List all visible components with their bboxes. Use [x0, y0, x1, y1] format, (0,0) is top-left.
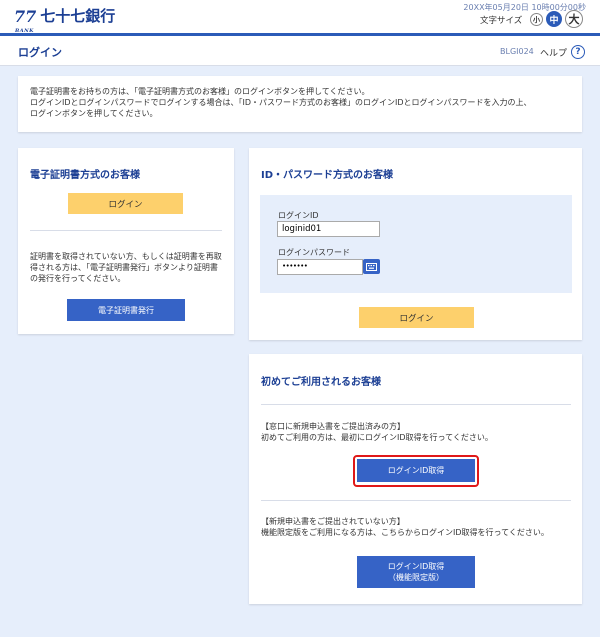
notice-line-1: 電子証明書をお持ちの方は、「電子証明書方式のお客様」のログインボタンを押してくだ… [30, 87, 370, 96]
font-size-large-button[interactable]: 大 [565, 10, 583, 28]
limited-button-line-1: ログインID取得 [387, 562, 445, 571]
section-2-description: 機能限定版をご利用になる方は、こちらからログインID取得を行ってください。 [261, 528, 549, 537]
cert-desc-line-3: の発行を行ってください。 [30, 274, 126, 283]
idpw-login-button[interactable]: ログイン [359, 307, 474, 328]
get-login-id-limited-button[interactable]: ログインID取得 （機能限定版） [357, 556, 475, 588]
idpw-card-title: ID・パスワード方式のお客様 [261, 170, 394, 181]
section-1-description: 初めてご利用の方は、最初にログインID取得を行ってください。 [261, 433, 493, 442]
first-time-section-2: 【新規申込書をご提出されていない方】 機能限定版をご利用になる方は、こちらからロ… [261, 516, 549, 538]
section-1-heading: 【窓口に新規申込書をご提出済みの方】 [261, 422, 405, 431]
login-id-input[interactable]: loginid01 [277, 221, 380, 237]
page-title: ログイン [18, 46, 62, 59]
title-bar: ログイン BLGI024 ヘルプ ? [0, 36, 600, 66]
login-id-label: ログインID [278, 211, 319, 220]
login-notice: 電子証明書をお持ちの方は、「電子証明書方式のお客様」のログインボタンを押してくだ… [18, 76, 582, 132]
help-link[interactable]: ヘルプ ? [540, 45, 586, 59]
first-time-divider-1 [261, 404, 571, 405]
first-time-divider-2 [261, 500, 571, 501]
highlight-frame [353, 455, 479, 487]
first-time-section-1: 【窓口に新規申込書をご提出済みの方】 初めてご利用の方は、最初にログインID取得… [261, 421, 493, 443]
keyboard-icon [366, 262, 377, 271]
login-password-label: ログインパスワード [278, 248, 350, 257]
cert-login-button[interactable]: ログイン [68, 193, 183, 214]
cert-divider [30, 230, 222, 231]
cert-desc-line-2: 得される方は、「電子証明書発行」ボタンより証明書 [30, 263, 218, 272]
bank-logo[interactable]: 77 BANK 七十七銀行 [14, 7, 116, 35]
limited-button-line-2: （機能限定版） [388, 573, 444, 582]
help-label: ヘルプ [540, 48, 568, 59]
screen-id: BLGI024 [500, 47, 534, 56]
cert-issue-button[interactable]: 電子証明書発行 [67, 299, 185, 321]
cert-card-title: 電子証明書方式のお客様 [30, 170, 140, 181]
notice-line-3: ログインボタンを押してください。 [30, 109, 158, 118]
font-size-medium-button[interactable]: 中 [546, 11, 562, 27]
font-size-small-button[interactable]: 小 [530, 13, 543, 26]
cert-desc-line-1: 証明書を取得されていない方、もしくは証明書を再取 [30, 252, 222, 261]
notice-line-2: ログインIDとログインパスワードでログインする場合は、「ID・パスワード方式のお… [30, 98, 532, 107]
section-2-heading: 【新規申込書をご提出されていない方】 [261, 517, 405, 526]
first-time-card-title: 初めてご利用されるお客様 [261, 377, 381, 388]
font-size-label: 文字サイズ [480, 16, 523, 26]
header: 77 BANK 七十七銀行 20XX年05月20日 10時00分00秒 文字サイ… [0, 0, 600, 36]
bank-name: 七十七銀行 [40, 7, 116, 25]
logo-mark: 77 BANK [14, 9, 36, 35]
login-password-input[interactable]: ••••••• [277, 259, 363, 275]
software-keyboard-button[interactable] [363, 259, 380, 274]
help-icon: ? [571, 45, 586, 59]
cert-description: 証明書を取得されていない方、もしくは証明書を再取 得される方は、「電子証明書発行… [30, 251, 222, 284]
